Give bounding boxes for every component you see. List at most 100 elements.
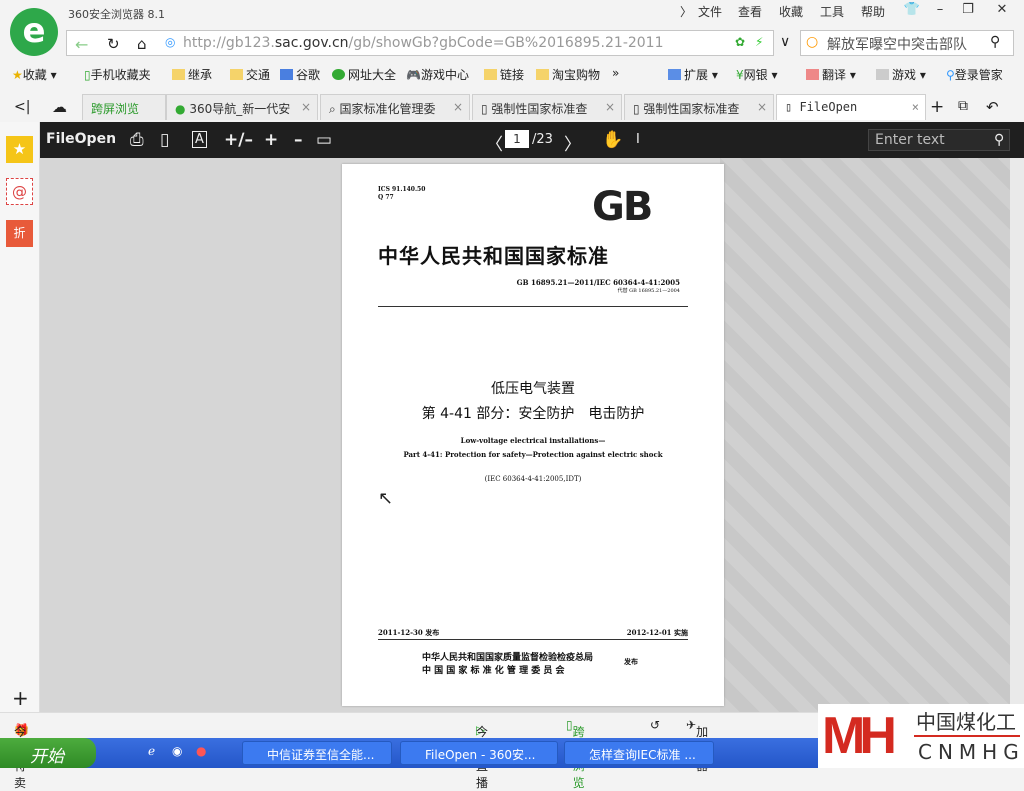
menu-favorites[interactable]: 收藏 [779,3,803,20]
taskbar-item[interactable]: 中信证券至信全能... [242,741,392,765]
implement-date: 2012-12-01 实施 [626,628,688,637]
text-cursor-icon[interactable]: I [636,132,640,147]
close-tab-icon: × [756,100,767,114]
taskbar-item[interactable]: FileOpen - 360安... [400,741,558,765]
tab-standard-query-1[interactable]: ▯ 强制性国家标准查 × [472,94,622,120]
close-tab-icon: × [452,100,463,114]
prev-page-icon[interactable]: 〈 [486,130,503,155]
ext-extensions[interactable]: 扩展 ▾ [668,66,718,83]
gb-logo: GB [592,184,653,230]
watermark: MH 中国煤化工 CNMHG [818,704,1024,768]
ie-icon[interactable]: ℯ [148,744,155,758]
find-search-icon[interactable]: ⚲ [994,132,1004,148]
quicklaunch-icon[interactable]: ◉ [172,744,182,758]
fileopen-brand: FileOpen [46,131,117,147]
bookmark-mobile[interactable]: ▯手机收藏夹 [84,66,151,83]
zoom-out-icon[interactable]: – [294,130,303,150]
sidebar: ★ @ 折 + [0,122,40,712]
home-icon[interactable]: ⌂ [137,35,147,53]
divider [378,306,688,307]
quicklaunch-icon-2[interactable]: ● [196,744,206,758]
cn-title-1: 低压电气装置 [491,381,575,397]
ext-translate[interactable]: 翻译 ▾ [806,66,856,83]
menu-view[interactable]: 查看 [738,3,762,20]
ext-games[interactable]: 游戏 ▾ [876,66,926,83]
back-icon[interactable]: ← [75,35,88,54]
hand-tool-icon[interactable]: ✋ [602,130,623,150]
tab-standard-query-2[interactable]: ▯ 强制性国家标准查 × [624,94,774,120]
cn-title-2: 第 4-41 部分：安全防护 电击防护 [421,406,645,422]
ext-login[interactable]: ⚲登录管家 [946,66,1003,83]
bookmark-google[interactable]: 谷歌 [280,66,320,83]
page-total: /23 [532,132,553,147]
text-select-icon[interactable]: A [192,131,207,148]
zoom-in-icon[interactable]: + [264,130,278,150]
tab-fileopen[interactable]: ▯ FileOpen × [776,94,926,120]
search-icon[interactable]: ⚲ [990,34,1000,50]
bookmark-favorites[interactable]: ★收藏 ▾ [12,66,57,83]
find-input[interactable]: Enter text [868,129,1010,151]
dropdown-icon[interactable]: ∨ [780,34,790,50]
watermark-logo: MH [822,707,897,765]
search-input[interactable]: 解放军曝空中突击部队 [800,30,1014,56]
doc-code: GB 16895.21—2011/IEC 60364-4-41:2005 [516,278,680,287]
en-title-1: Low-voltage electrical installations— [460,436,606,445]
menu-help[interactable]: 帮助 [861,3,885,20]
en-title-2: Part 4-41: Protection for safety—Protect… [403,450,663,459]
start-button[interactable]: 开始 [0,738,96,768]
print-icon[interactable]: ⎙ [130,130,144,150]
bookmark-games[interactable]: 🎮游戏中心 [406,66,469,83]
speed-icon[interactable]: ⚡ [755,35,763,49]
ext-bank[interactable]: ¥网银 ▾ [736,66,778,83]
close-tab-icon: × [300,100,311,114]
address-bar[interactable]: ← ↻ ⌂ ◎ http://gb123.sac.gov.cn/gb/showG… [66,30,774,56]
menu-tools[interactable]: 工具 [820,3,844,20]
add-sidebar-icon[interactable]: + [12,686,29,710]
vertical-scrollbar[interactable] [1010,158,1024,712]
refresh-icon[interactable]: ↻ [107,35,120,53]
title-bar: e 360安全浏览器 8.1 〉 文件 查看 收藏 工具 帮助 👕 – ❐ ✕ [0,0,1024,56]
search-engine-icon[interactable]: ○ [806,34,818,50]
tab-scroll-left-icon[interactable]: <| [14,99,30,115]
tab-360-nav[interactable]: ● 360导航_新一代安 × [166,94,318,120]
menu-file[interactable]: 文件 [698,3,722,20]
cloud-icon[interactable]: ☁ [52,98,67,116]
bookmark-folder-3[interactable]: 链接 [484,66,524,83]
close-button[interactable]: ✕ [988,0,1016,20]
taskbar-item[interactable]: 怎样查询IEC标准 ... [564,741,714,765]
tab-cross-screen[interactable]: 跨屏浏览 [82,94,166,120]
chevron-icon[interactable]: 〉 [680,3,692,20]
bookmark-folder-2[interactable]: 交通 [230,66,270,83]
bookmark-hao[interactable]: 网址大全 [332,66,396,83]
page-icon[interactable]: ▯ [160,130,169,150]
issuer-1: 中华人民共和国国家质量监督检验检疫总局 [422,653,594,663]
issuer-2: 中 国 国 家 标 准 化 管 理 委 员 会 [422,666,565,676]
url-text[interactable]: http://gb123.sac.gov.cn/gb/showGb?gbCode… [183,35,664,51]
fit-window-icon[interactable]: ▭ [316,130,332,150]
browser-logo-icon: e [10,8,58,56]
security-icon[interactable]: ✿ [735,35,745,49]
q-code: Q 77 [378,194,394,201]
close-tab-icon: × [604,100,615,114]
tab-list-icon[interactable]: ⧉ [958,98,968,114]
accelerator-link[interactable]: ✈ 加速器 [686,718,708,773]
minimize-button[interactable]: – [926,0,954,20]
favorites-star-icon[interactable]: ★ [6,136,33,163]
globe-icon: ◎ [165,35,176,49]
divider [378,639,688,640]
discount-icon[interactable]: 折 [6,220,33,247]
next-page-icon[interactable]: 〉 [564,130,581,155]
maximize-button[interactable]: ❐ [954,0,982,20]
zoom-toggle-icon[interactable]: +∕– [224,130,253,150]
bookmark-folder-4[interactable]: 淘宝购物 [536,66,600,83]
mail-icon[interactable]: @ [6,178,33,205]
history-icon[interactable]: ↺ [650,718,660,732]
tab-sac[interactable]: ⌕ 国家标准化管理委 × [320,94,470,120]
bookmark-folder-1[interactable]: 继承 [172,66,212,83]
undo-close-icon[interactable]: ↶ [986,98,999,116]
page-number-input[interactable]: 1 [505,130,529,148]
cross-screen-link[interactable]: ▯ 跨屏浏览 [566,718,585,790]
skin-icon[interactable]: 👕 [898,0,926,20]
new-tab-button[interactable]: + [930,97,944,117]
more-bookmarks-icon[interactable]: » [612,66,619,80]
